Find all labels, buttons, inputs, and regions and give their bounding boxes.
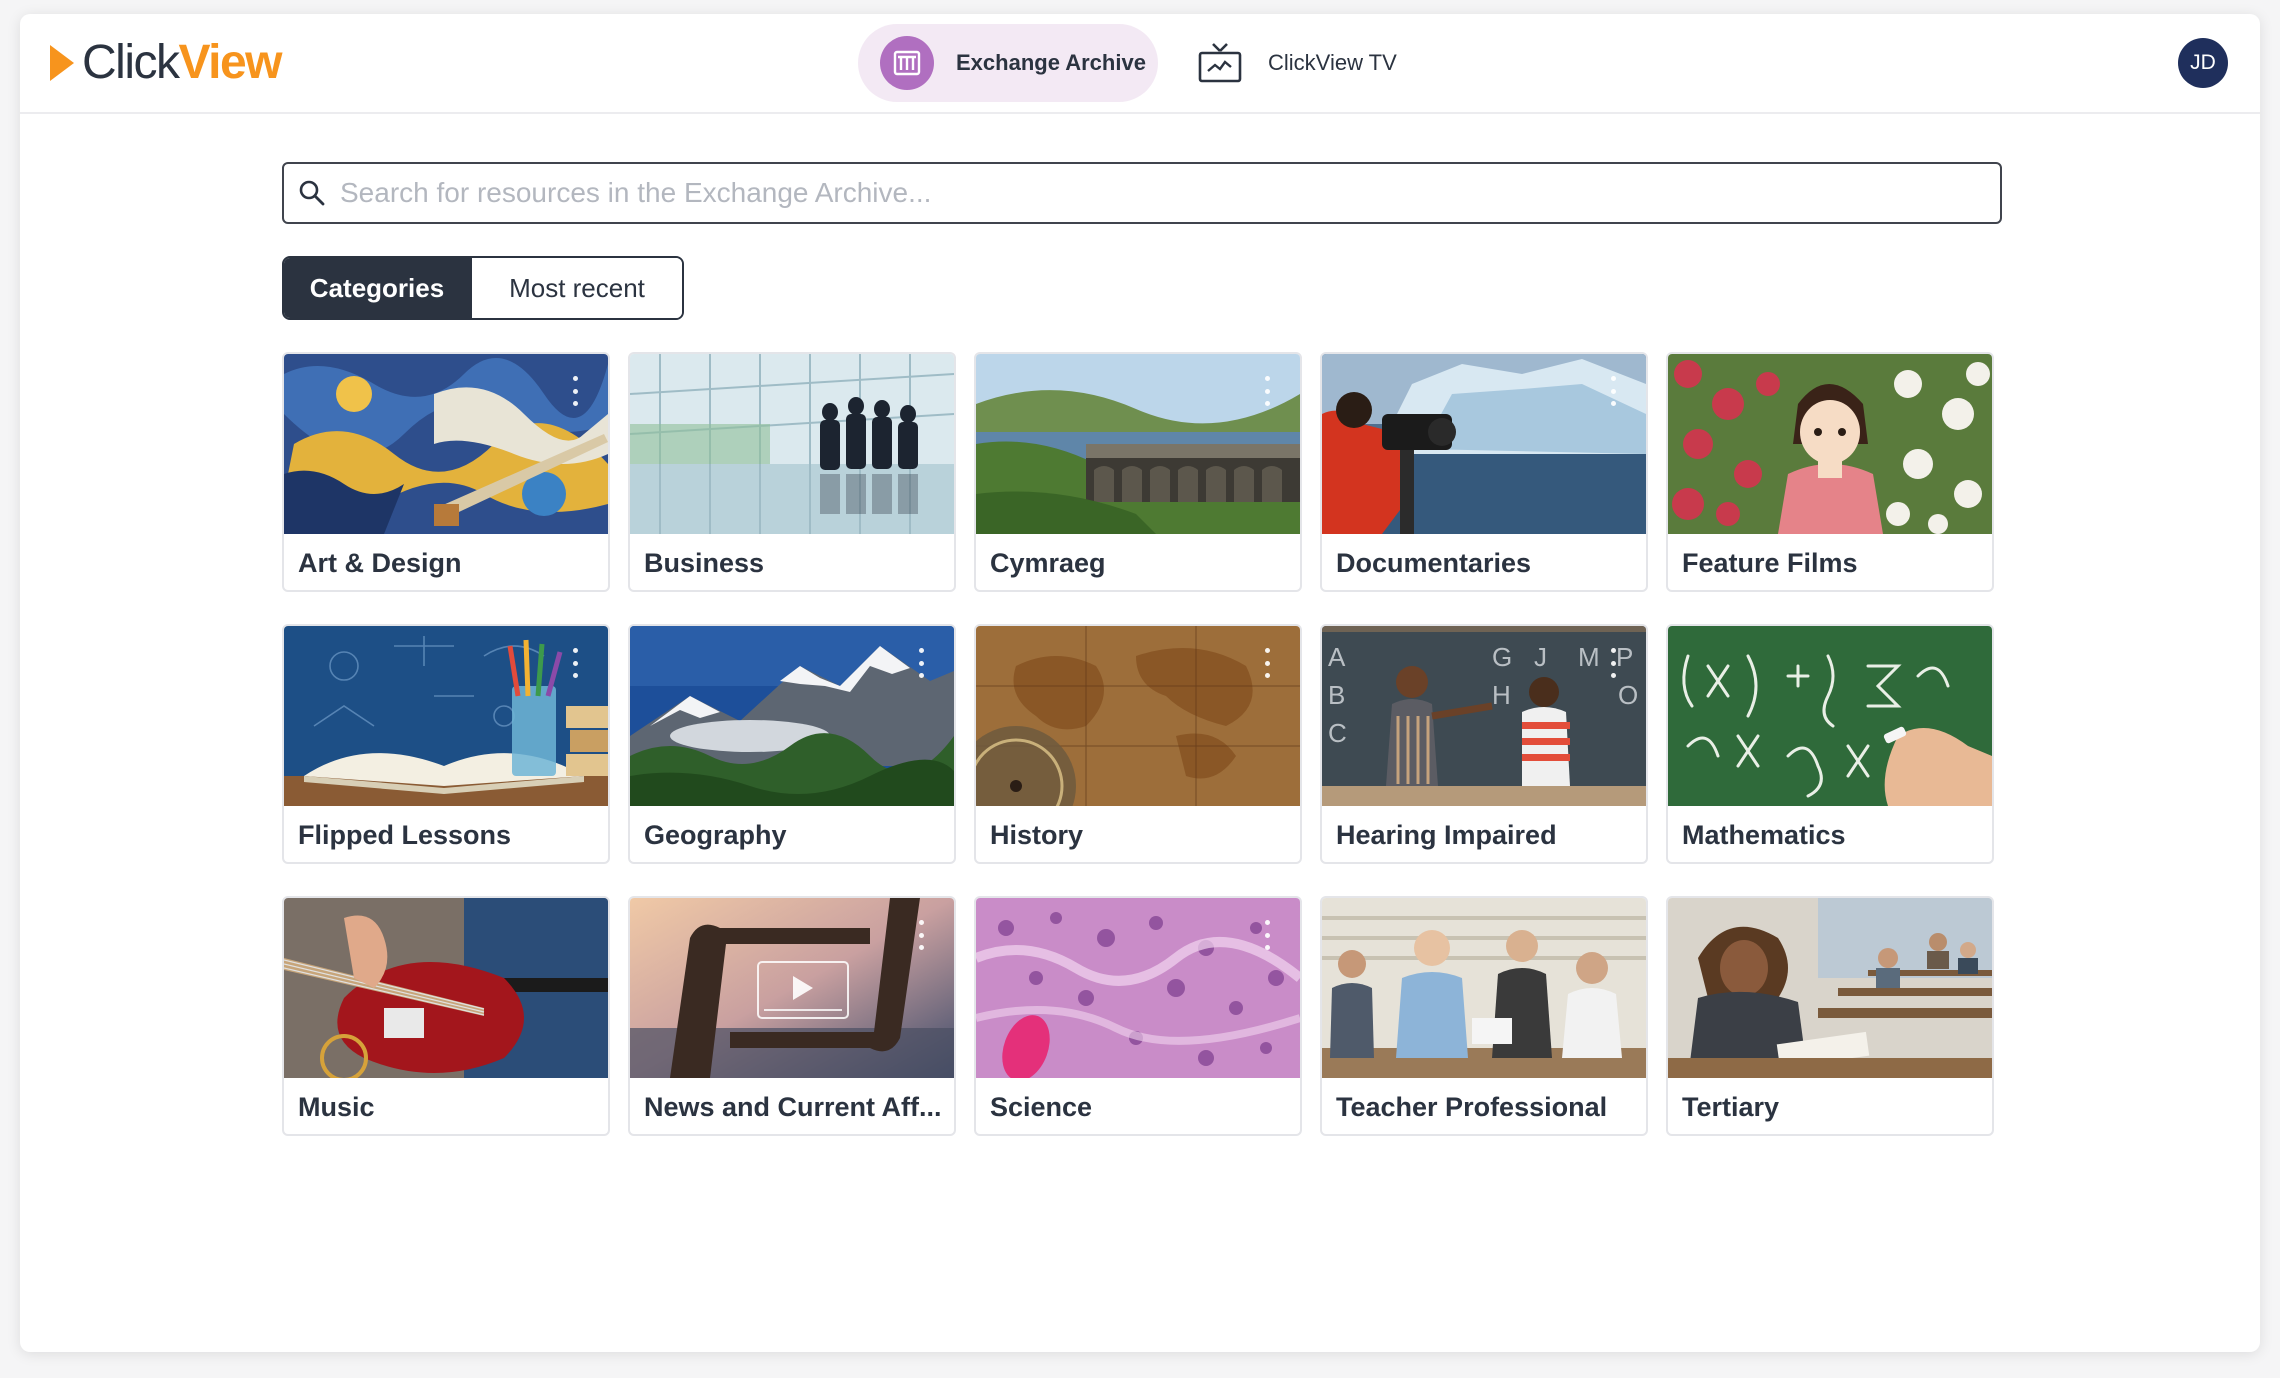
archive-building-icon: [880, 36, 934, 90]
svg-text:A: A: [1328, 642, 1346, 672]
search-input[interactable]: [340, 165, 2000, 221]
category-card-geography[interactable]: Geography: [628, 624, 956, 864]
category-thumbnail: [1668, 626, 1992, 806]
category-thumbnail: [630, 626, 954, 806]
logo-text-click: Click: [82, 36, 180, 89]
category-card-science[interactable]: Science: [974, 896, 1302, 1136]
category-label: Music: [298, 1092, 375, 1122]
category-label: News and Current Aff...: [644, 1092, 942, 1122]
category-thumbnail: [976, 898, 1300, 1078]
more-options-icon[interactable]: [916, 648, 926, 678]
more-options-icon[interactable]: [1608, 376, 1618, 406]
clickview-logo[interactable]: ClickView: [50, 36, 283, 89]
category-card-news-current-affairs[interactable]: News and Current Aff...: [628, 896, 956, 1136]
category-label: Mathematics: [1682, 820, 1846, 850]
category-label: Teacher Professional: [1336, 1092, 1608, 1122]
user-avatar[interactable]: JD: [2178, 38, 2228, 88]
svg-text:H: H: [1492, 680, 1511, 710]
category-card-history[interactable]: History: [974, 624, 1302, 864]
more-options-icon[interactable]: [1262, 648, 1272, 678]
nav-exchange-archive[interactable]: Exchange Archive: [858, 24, 1158, 102]
category-thumbnail: [630, 354, 954, 534]
logo-play-icon: [50, 45, 74, 81]
tv-icon: [1198, 43, 1242, 83]
category-label: Hearing Impaired: [1336, 820, 1557, 850]
more-options-icon[interactable]: [916, 920, 926, 950]
category-thumbnail: [1322, 354, 1646, 534]
logo-text-view: View: [178, 36, 283, 89]
search-bar: [282, 162, 2002, 224]
category-thumbnail: [1322, 898, 1646, 1078]
more-options-icon[interactable]: [570, 376, 580, 406]
category-thumbnail: [1668, 354, 1992, 534]
category-thumbnail: A GJ MP B H O C: [1322, 626, 1646, 806]
tab-most-recent[interactable]: Most recent: [470, 258, 682, 318]
category-label: Cymraeg: [990, 548, 1106, 578]
nav-clickview-tv-label: ClickView TV: [1268, 50, 1397, 75]
category-label: Business: [644, 548, 765, 578]
svg-text:C: C: [1328, 718, 1347, 748]
more-options-icon[interactable]: [1608, 648, 1618, 678]
view-toggle: Categories Most recent: [282, 256, 684, 320]
svg-text:O: O: [1618, 680, 1638, 710]
svg-text:B: B: [1328, 680, 1345, 710]
top-navigation-bar: ClickView Exchange Archive ClickView TV …: [20, 14, 2260, 114]
category-thumbnail: [284, 354, 608, 534]
category-label: Feature Films: [1682, 548, 1858, 578]
category-thumbnail: [284, 626, 608, 806]
category-label: Science: [990, 1092, 1093, 1122]
category-label: Flipped Lessons: [298, 820, 512, 850]
category-thumbnail: [976, 354, 1300, 534]
svg-text:P: P: [1616, 642, 1633, 672]
more-options-icon[interactable]: [1262, 920, 1272, 950]
tab-categories[interactable]: Categories: [284, 258, 470, 318]
svg-text:J: J: [1534, 642, 1547, 672]
category-card-teacher-professional[interactable]: Teacher Professional: [1320, 896, 1648, 1136]
svg-text:M: M: [1578, 642, 1600, 672]
category-card-music[interactable]: Music: [282, 896, 610, 1136]
category-card-art-design[interactable]: Art & Design: [282, 352, 610, 592]
category-label: History: [990, 820, 1084, 850]
app-window: ClickView Exchange Archive ClickView TV …: [20, 14, 2260, 1352]
more-options-icon[interactable]: [1262, 376, 1272, 406]
nav-clickview-tv[interactable]: ClickView TV: [1196, 24, 1397, 102]
category-label: Geography: [644, 820, 787, 850]
category-thumbnail: [976, 626, 1300, 806]
category-card-documentaries[interactable]: Documentaries: [1320, 352, 1648, 592]
category-card-hearing-impaired[interactable]: A GJ MP B H O C Hearing Impaired: [1320, 624, 1648, 864]
category-card-mathematics[interactable]: Mathematics: [1666, 624, 1994, 864]
search-icon: [299, 180, 325, 206]
category-card-flipped-lessons[interactable]: Flipped Lessons: [282, 624, 610, 864]
category-card-tertiary[interactable]: Tertiary: [1666, 896, 1994, 1136]
category-thumbnail: [1668, 898, 1992, 1078]
category-card-feature-films[interactable]: Feature Films: [1666, 352, 1994, 592]
category-label: Tertiary: [1682, 1092, 1780, 1122]
category-card-cymraeg[interactable]: Cymraeg: [974, 352, 1302, 592]
category-label: Documentaries: [1336, 548, 1532, 578]
more-options-icon[interactable]: [570, 648, 580, 678]
category-thumbnail: [630, 898, 954, 1078]
category-label: Art & Design: [298, 548, 462, 578]
svg-text:G: G: [1492, 642, 1512, 672]
category-thumbnail: [284, 898, 608, 1078]
category-card-business[interactable]: Business: [628, 352, 956, 592]
nav-exchange-archive-label: Exchange Archive: [956, 50, 1146, 75]
